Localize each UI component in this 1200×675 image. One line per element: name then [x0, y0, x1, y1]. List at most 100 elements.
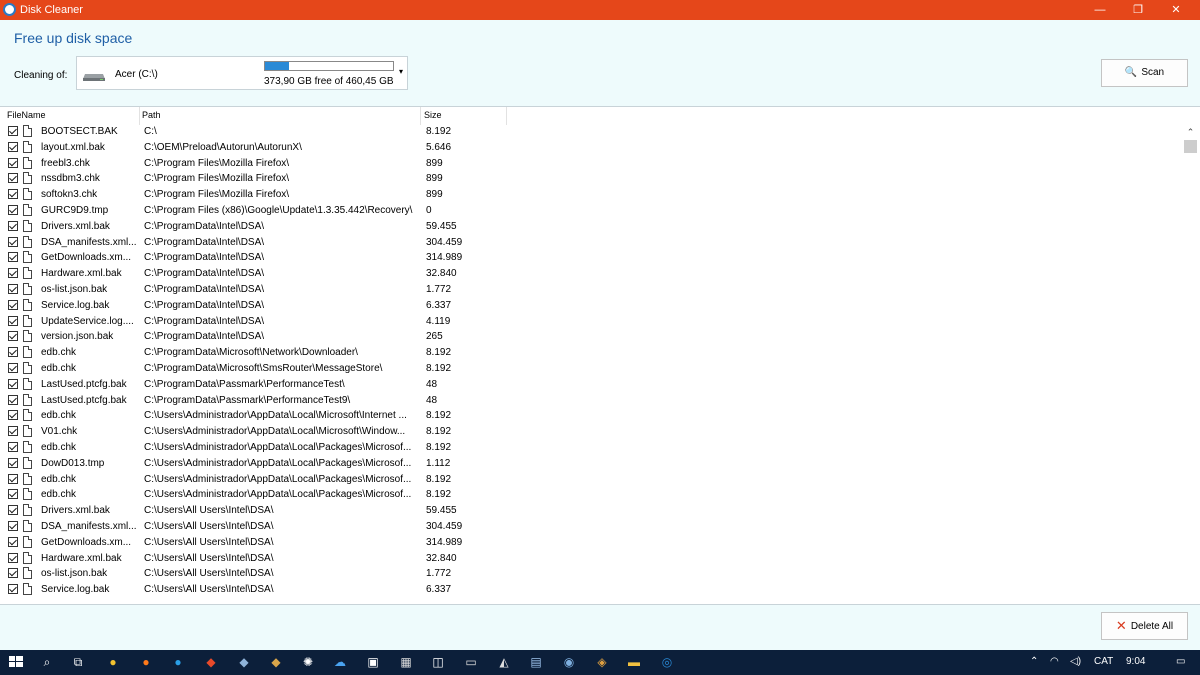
column-divider[interactable] — [506, 107, 507, 125]
drive-icon[interactable]: ◭ — [496, 654, 512, 670]
table-row[interactable]: edb.chk C:\Users\Administrador\AppData\Lo… — [0, 487, 1182, 503]
volume-icon[interactable]: ◁) — [1070, 656, 1081, 667]
table-row[interactable]: GURC9D9.tmp C:\Program Files (x86)\Google… — [0, 203, 1182, 219]
table-row[interactable]: softokn3.chk C:\Program Files\Mozilla Fir… — [0, 187, 1182, 203]
table-row[interactable]: DSA_manifests.xml... C:\ProgramData\Intel… — [0, 235, 1182, 251]
table-row[interactable]: edb.chk C:\ProgramData\Microsoft\SmsRoute… — [0, 361, 1182, 377]
row-checkbox[interactable] — [8, 394, 18, 405]
wifi-icon[interactable]: ◠ — [1050, 656, 1059, 667]
row-checkbox[interactable] — [8, 378, 18, 389]
close-button[interactable]: ✕ — [1153, 0, 1199, 20]
table-row[interactable]: os-list.json.bak C:\Users\All Users\Intel… — [0, 566, 1182, 582]
calculator-icon[interactable]: ▦ — [398, 654, 414, 670]
row-checkbox[interactable] — [8, 252, 18, 263]
firefox-icon[interactable]: ● — [138, 654, 154, 670]
chevron-down-icon[interactable]: ▾ — [399, 67, 403, 76]
file-list[interactable]: FileName Path Size BOOTSECT.BAK C:\ 8.192 l… — [0, 106, 1200, 605]
document-icon[interactable]: ▤ — [528, 654, 544, 670]
language-indicator[interactable]: CAT — [1094, 656, 1113, 667]
vertical-scrollbar[interactable]: ⌃ — [1182, 125, 1199, 604]
camera-icon[interactable]: ▣ — [365, 654, 381, 670]
paint-icon[interactable]: ◆ — [268, 654, 284, 670]
table-row[interactable]: edb.chk C:\ProgramData\Microsoft\Network\… — [0, 345, 1182, 361]
task-view-icon[interactable]: ⧉ — [70, 654, 86, 670]
table-row[interactable]: Hardware.xml.bak C:\Users\All Users\Intel… — [0, 551, 1182, 567]
table-row[interactable]: Hardware.xml.bak C:\ProgramData\Intel\DSA… — [0, 266, 1182, 282]
column-header-size[interactable]: Size — [424, 110, 442, 120]
row-checkbox[interactable] — [8, 299, 18, 310]
row-checkbox[interactable] — [8, 505, 18, 516]
table-row[interactable]: edb.chk C:\Users\Administrador\AppData\Lo… — [0, 472, 1182, 488]
delete-all-button[interactable]: ✕ Delete All — [1101, 612, 1188, 640]
row-checkbox[interactable] — [8, 236, 18, 247]
table-row[interactable]: Service.log.bak C:\Users\All Users\Intel\… — [0, 582, 1182, 598]
row-checkbox[interactable] — [8, 347, 18, 358]
brightness-icon[interactable]: ✺ — [300, 654, 316, 670]
globe-icon[interactable]: ◉ — [561, 654, 577, 670]
search-icon[interactable]: ⌕ — [39, 654, 55, 670]
table-row[interactable]: UpdateService.log.... C:\ProgramData\Inte… — [0, 314, 1182, 330]
row-checkbox[interactable] — [8, 568, 18, 579]
clock[interactable]: 9:04 — [1126, 656, 1145, 667]
row-checkbox[interactable] — [8, 283, 18, 294]
row-checkbox[interactable] — [8, 220, 18, 231]
cloud-icon[interactable]: ☁ — [332, 654, 348, 670]
row-checkbox[interactable] — [8, 126, 18, 136]
row-checkbox[interactable] — [8, 173, 18, 184]
row-checkbox[interactable] — [8, 268, 18, 279]
app-icon[interactable]: ◈ — [594, 654, 610, 670]
row-checkbox[interactable] — [8, 315, 18, 326]
table-row[interactable]: DowD013.tmp C:\Users\Administrador\AppDat… — [0, 456, 1182, 472]
folder-icon[interactable]: ▬ — [626, 654, 642, 670]
row-checkbox[interactable] — [8, 584, 18, 595]
app-icon[interactable]: ◆ — [203, 654, 219, 670]
table-row[interactable]: Drivers.xml.bak C:\Users\All Users\Intel\… — [0, 503, 1182, 519]
table-row[interactable]: version.json.bak C:\ProgramData\Intel\DSA… — [0, 329, 1182, 345]
chevron-up-icon[interactable]: ⌃ — [1030, 656, 1038, 667]
scrollbar-thumb[interactable] — [1184, 140, 1197, 153]
table-row[interactable]: edb.chk C:\Users\Administrador\AppData\Lo… — [0, 440, 1182, 456]
chrome-icon[interactable]: ● — [105, 654, 121, 670]
column-divider[interactable] — [139, 107, 140, 125]
table-row[interactable]: freebl3.chk C:\Program Files\Mozilla Fire… — [0, 156, 1182, 172]
row-checkbox[interactable] — [8, 362, 18, 373]
row-checkbox[interactable] — [8, 204, 18, 215]
store-icon[interactable]: ◫ — [430, 654, 446, 670]
notification-icon[interactable]: ▭ — [1176, 656, 1185, 667]
table-row[interactable]: edb.chk C:\Users\Administrador\AppData\Lo… — [0, 408, 1182, 424]
row-checkbox[interactable] — [8, 441, 18, 452]
column-header-path[interactable]: Path — [142, 110, 161, 120]
row-checkbox[interactable] — [8, 426, 18, 437]
table-row[interactable]: LastUsed.ptcfg.bak C:\ProgramData\Passmar… — [0, 393, 1182, 409]
scroll-up-icon[interactable]: ⌃ — [1182, 125, 1199, 139]
table-row[interactable]: GetDownloads.xm... C:\Users\All Users\Int… — [0, 535, 1182, 551]
row-checkbox[interactable] — [8, 489, 18, 500]
table-row[interactable]: LastUsed.ptcfg.bak C:\ProgramData\Passmar… — [0, 377, 1182, 393]
row-checkbox[interactable] — [8, 536, 18, 547]
app-icon[interactable]: ◆ — [236, 654, 252, 670]
row-checkbox[interactable] — [8, 141, 18, 152]
disk-cleaner-icon[interactable]: ◎ — [659, 654, 675, 670]
table-row[interactable]: nssdbm3.chk C:\Program Files\Mozilla Fire… — [0, 171, 1182, 187]
drive-select[interactable]: Acer (C:\) 373,90 GB free of 460,45 GB ▾ — [76, 56, 408, 90]
table-row[interactable]: Service.log.bak C:\ProgramData\Intel\DSA\… — [0, 298, 1182, 314]
row-checkbox[interactable] — [8, 457, 18, 468]
row-checkbox[interactable] — [8, 552, 18, 563]
row-checkbox[interactable] — [8, 189, 18, 200]
keyboard-icon[interactable]: ▭ — [463, 654, 479, 670]
table-row[interactable]: layout.xml.bak C:\OEM\Preload\Autorun\Aut… — [0, 140, 1182, 156]
row-checkbox[interactable] — [8, 331, 18, 342]
table-row[interactable]: V01.chk C:\Users\Administrador\AppData\Lo… — [0, 424, 1182, 440]
table-row[interactable]: DSA_manifests.xml... C:\Users\All Users\I… — [0, 519, 1182, 535]
row-checkbox[interactable] — [8, 410, 18, 421]
table-row[interactable]: Drivers.xml.bak C:\ProgramData\Intel\DSA\… — [0, 219, 1182, 235]
row-checkbox[interactable] — [8, 157, 18, 168]
table-row[interactable]: BOOTSECT.BAK C:\ 8.192 — [0, 124, 1182, 140]
table-row[interactable]: os-list.json.bak C:\ProgramData\Intel\DSA… — [0, 282, 1182, 298]
column-header-filename[interactable]: FileName — [7, 110, 46, 120]
scan-button[interactable]: 🔍 Scan — [1101, 59, 1188, 87]
windows-start-icon[interactable] — [8, 654, 24, 670]
row-checkbox[interactable] — [8, 473, 18, 484]
table-row[interactable]: GetDownloads.xm... C:\ProgramData\Intel\D… — [0, 250, 1182, 266]
row-checkbox[interactable] — [8, 520, 18, 531]
